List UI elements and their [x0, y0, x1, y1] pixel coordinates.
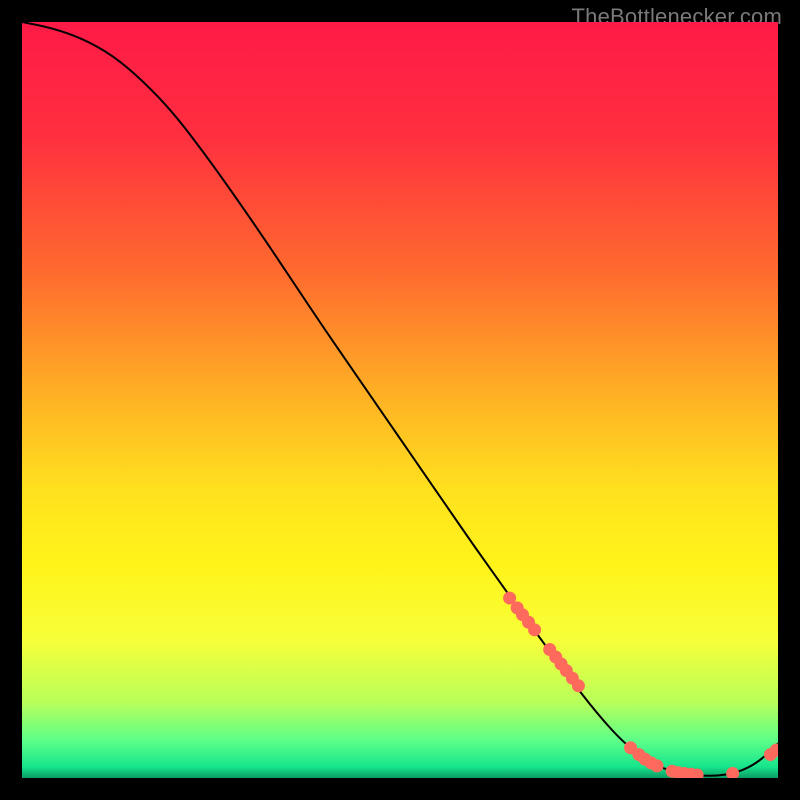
marker-layer [22, 22, 778, 778]
data-point [726, 767, 739, 778]
data-point [528, 623, 541, 636]
plot-area [22, 22, 778, 778]
chart-stage: TheBottlenecker.com [0, 0, 800, 800]
data-point [651, 759, 664, 772]
data-point [572, 679, 585, 692]
